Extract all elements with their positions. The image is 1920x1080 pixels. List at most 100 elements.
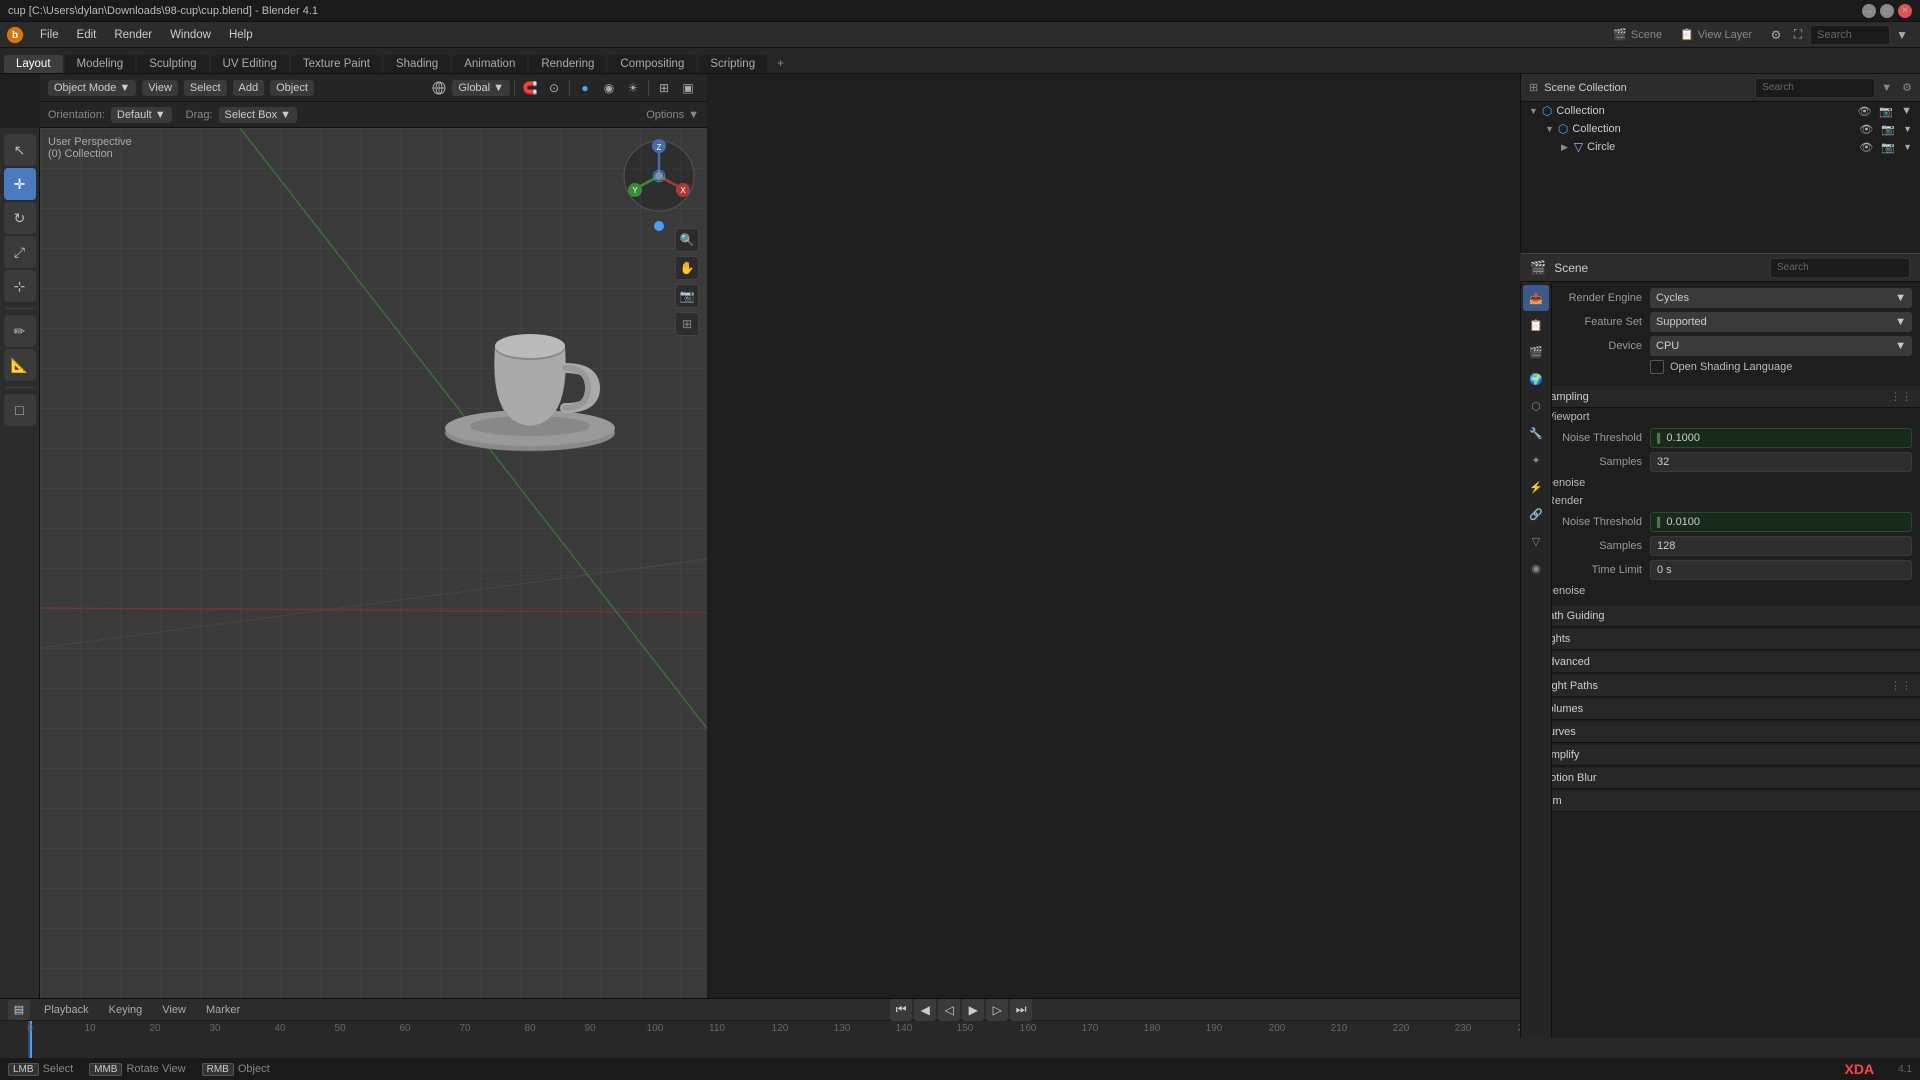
world-icon-btn[interactable]: 🌍 [1523,366,1549,392]
denoise1-section[interactable]: ▶ Denoise [1520,474,1920,492]
tab-uv-editing[interactable]: UV Editing [211,55,289,73]
light-paths-menu[interactable]: ⋮⋮ [1890,679,1912,692]
add-cube-tool[interactable]: □ [4,394,36,426]
feature-set-dropdown[interactable]: Supported ▼ [1650,312,1912,332]
visibility-eye-icon[interactable]: 👁 [1857,105,1871,118]
light-paths-section[interactable]: ▼ Light Paths ⋮⋮ [1520,675,1920,697]
search-global-btn[interactable]: Search [1810,25,1890,45]
zoom-in-btn[interactable]: 🔍 [675,228,699,252]
render-subsection[interactable]: ▼ Render [1520,492,1920,510]
menu-edit[interactable]: Edit [69,27,105,43]
sampling-menu-icon[interactable]: ⋮⋮ [1890,390,1912,403]
menu-help[interactable]: Help [221,27,261,43]
scale-tool[interactable]: ⤢ [4,236,36,268]
object-icon-btn[interactable]: ⬡ [1523,393,1549,419]
drag-dropdown[interactable]: Select Box ▼ [219,107,297,123]
cup-object[interactable] [420,268,640,471]
film-section[interactable]: ▶ Film [1520,791,1920,812]
viewport-gizmo[interactable]: Z X Y [619,136,699,216]
motion-blur-section[interactable]: ▶ Motion Blur [1520,768,1920,789]
constraints-icon-btn[interactable]: 🔗 [1523,501,1549,527]
viewport-shading-material[interactable]: ◉ [598,77,620,99]
circle-filter-icon[interactable]: ▼ [1903,142,1912,152]
hand-pan-btn[interactable]: ✋ [675,256,699,280]
view-menu[interactable]: View [142,80,178,96]
render-engine-dropdown[interactable]: Cycles ▼ [1650,288,1912,308]
annotate-tool[interactable]: ✏ [4,315,36,347]
data-icon-btn[interactable]: ▽ [1523,528,1549,554]
proportional-edit-icon[interactable]: ⊙ [543,77,565,99]
tab-texture-paint[interactable]: Texture Paint [291,55,382,73]
filter-icon-btn[interactable]: ▼ [1892,25,1912,45]
tab-layout[interactable]: Layout [4,55,63,73]
collection-filter-icon[interactable]: ▼ [1903,124,1912,134]
play-btn[interactable]: ▶ [962,999,984,1021]
material-icon-btn[interactable]: ◉ [1523,555,1549,581]
timeline-playback-menu[interactable]: Playback [38,1003,95,1017]
render-noise-value[interactable]: ▌ 0.0100 [1650,512,1912,532]
timeline-icon-btn[interactable]: ▤ [8,1000,30,1020]
modifier-icon-btn[interactable]: 🔧 [1523,420,1549,446]
osl-checkbox[interactable] [1650,360,1664,374]
outliner-options-btn[interactable]: ⚙ [1902,81,1912,94]
measure-tool[interactable]: 📐 [4,349,36,381]
close-button[interactable]: ✕ [1898,4,1912,18]
timeline-keying-menu[interactable]: Keying [103,1003,149,1017]
viewport-subsection[interactable]: ▼ Viewport [1520,408,1920,426]
cursor-tool[interactable]: ↖ [4,134,36,166]
output-props-icon[interactable]: 📤 [1523,285,1549,311]
add-workspace-button[interactable]: + [769,53,792,73]
outliner-circle-item[interactable]: ▶ ▽ Circle 👁 📷 ▼ [1521,138,1920,156]
transform-tool[interactable]: ⊹ [4,270,36,302]
lights-section[interactable]: ▶ Lights [1520,629,1920,650]
timeline-marker-menu[interactable]: Marker [200,1003,246,1017]
maximize-button[interactable]: □ [1880,4,1894,18]
select-menu[interactable]: Select [184,80,227,96]
particles-icon-btn[interactable]: ✦ [1523,447,1549,473]
global-transform-icon[interactable] [428,77,450,99]
minimize-button[interactable]: ─ [1862,4,1876,18]
timeline-view-menu[interactable]: View [156,1003,192,1017]
properties-content[interactable]: Render Engine Cycles ▼ Feature Set Suppo… [1520,282,1920,1038]
sampling-section-header[interactable]: ▼ Sampling ⋮⋮ [1520,386,1920,408]
collection-eye-icon[interactable]: 👁 [1859,123,1873,136]
editor-icon-btn[interactable]: ⚙ [1766,25,1786,45]
outliner-filter-btn[interactable]: ▼ [1881,82,1892,94]
volumes-section[interactable]: ▶ Volumes [1520,699,1920,720]
menu-window[interactable]: Window [162,27,219,43]
advanced-section[interactable]: ▶ Advanced [1520,652,1920,673]
rotate-tool[interactable]: ↻ [4,202,36,234]
outliner-search[interactable]: Search [1755,78,1875,98]
add-menu[interactable]: Add [233,80,265,96]
filter-icon[interactable]: ▼ [1901,105,1912,117]
prev-frame-btn[interactable]: ◀ [914,999,936,1021]
play-reverse-btn[interactable]: ◁ [938,999,960,1021]
denoise2-section[interactable]: ▶ Denoise [1520,582,1920,600]
next-frame-btn[interactable]: ▷ [986,999,1008,1021]
snap-icon[interactable]: 🧲 [519,77,541,99]
vp-noise-value[interactable]: ▌ 0.1000 [1650,428,1912,448]
object-menu[interactable]: Object [270,80,314,96]
view-layer-icon-btn[interactable]: 📋 [1523,312,1549,338]
path-guiding-section[interactable]: ▶ Path Guiding [1520,606,1920,627]
tab-animation[interactable]: Animation [452,55,527,73]
menu-file[interactable]: File [32,27,67,43]
3d-viewport[interactable]: User Perspective (0) Collection Z X Y [40,128,707,1018]
camera-view-btn[interactable]: 📷 [675,284,699,308]
properties-search[interactable]: Search [1770,258,1910,278]
curves-section[interactable]: ▶ Curves [1520,722,1920,743]
outliner-collection-item[interactable]: ▼ ⬡ Collection 👁 📷 ▼ [1521,120,1920,138]
jump-start-btn[interactable]: ⏮ [890,999,912,1021]
physics-icon-btn[interactable]: ⚡ [1523,474,1549,500]
tab-scripting[interactable]: Scripting [698,55,767,73]
transform-orientation-dropdown[interactable]: Global ▼ [452,80,510,96]
xray-icon[interactable]: ▣ [677,77,699,99]
tab-modeling[interactable]: Modeling [65,55,136,73]
grid-view-btn[interactable]: ⊞ [675,312,699,336]
tab-rendering[interactable]: Rendering [529,55,606,73]
time-limit-value[interactable]: 0 s [1650,560,1912,580]
render-camera-icon[interactable]: 📷 [1879,105,1893,118]
fullscreen-icon-btn[interactable]: ⛶ [1788,25,1808,45]
viewport-shading-solid[interactable]: ● [574,77,596,99]
orientation-dropdown[interactable]: Default ▼ [111,107,172,123]
